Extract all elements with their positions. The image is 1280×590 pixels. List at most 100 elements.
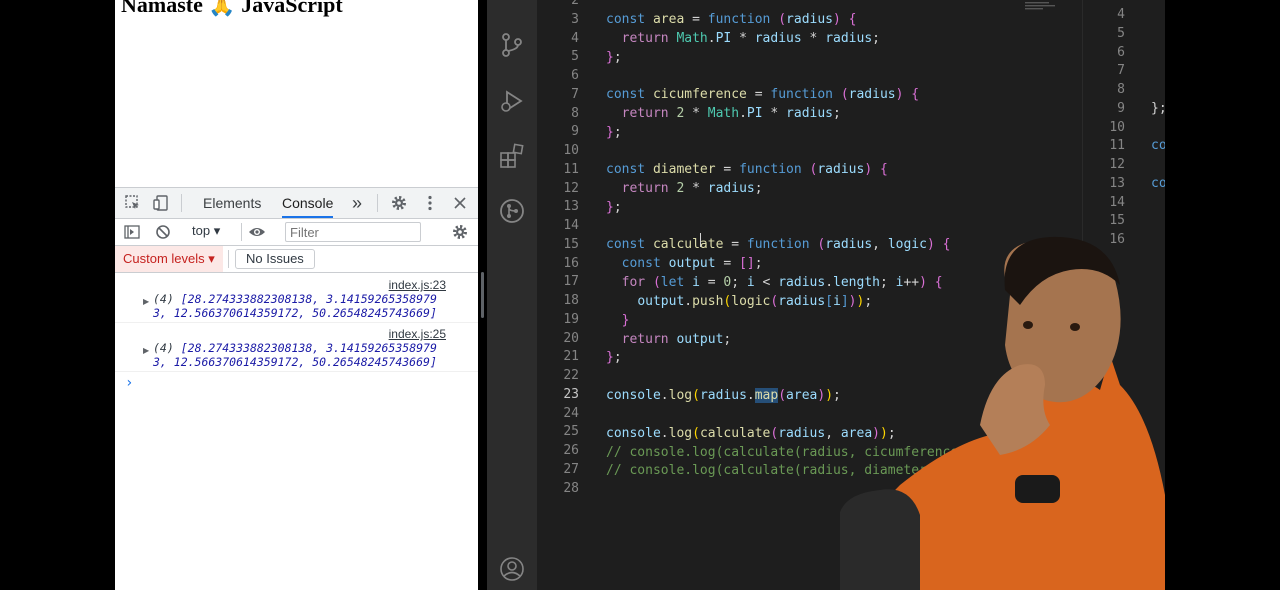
expand-triangle-icon[interactable]: ▶ xyxy=(143,346,149,355)
panel-resize-handle[interactable] xyxy=(481,272,484,318)
console-settings-gear-icon[interactable] xyxy=(450,222,470,242)
code-line[interactable]: const o xyxy=(1151,7,1165,22)
code-line[interactable]: }; xyxy=(606,50,622,65)
code-line[interactable]: }; xyxy=(1151,101,1165,116)
more-tabs-button[interactable]: » xyxy=(352,188,362,218)
console-log-entry[interactable]: index.js:23 ▶ (4) [28.274333882308138, 3… xyxy=(115,278,478,323)
console-log-entry[interactable]: index.js:25 ▶ (4) [28.274333882308138, 3… xyxy=(115,327,478,372)
line-number: 5 xyxy=(1117,25,1125,41)
devtools-panel: Elements Console » top ▾ Filter Custom l… xyxy=(115,187,478,590)
code-line[interactable]: return 2 * radius; xyxy=(606,181,763,196)
line-number: 10 xyxy=(1109,119,1125,135)
log-array-line-2: 3, 12.566370614359172, 50.26548245743669… xyxy=(153,306,437,320)
line-number: 9 xyxy=(1117,100,1125,116)
git-graph-icon[interactable] xyxy=(499,198,525,224)
source-control-icon[interactable] xyxy=(499,32,525,58)
line-number: 7 xyxy=(571,86,579,102)
browser-window: Namaste 🙏 JavaScript Elements Console » xyxy=(115,0,478,590)
line-number: 4 xyxy=(571,30,579,46)
code-line[interactable]: const cicumference = function (radius) { xyxy=(606,87,919,102)
code-line[interactable]: return xyxy=(1151,82,1165,97)
line-number: 18 xyxy=(563,293,579,308)
line-number: 10 xyxy=(563,143,579,158)
code-line[interactable]: outpu xyxy=(1151,45,1165,60)
line-number: 12 xyxy=(563,180,579,196)
code-line[interactable]: output.push(logic(radius[i])); xyxy=(606,294,872,309)
log-array-line-1: [28.274333882308138, 3.14159265358979 xyxy=(180,292,437,306)
account-icon[interactable] xyxy=(499,556,525,582)
line-number: 25 xyxy=(563,424,579,440)
video-letterbox xyxy=(1165,0,1280,590)
line-number: 20 xyxy=(563,330,579,346)
line-number: 9 xyxy=(571,124,579,140)
clear-console-icon[interactable] xyxy=(153,222,173,242)
code-line[interactable]: return output; xyxy=(606,332,732,347)
chevron-down-icon: ▾ xyxy=(213,223,221,238)
log-source-link[interactable]: index.js:23 xyxy=(389,278,446,292)
code-line[interactable]: for (le xyxy=(1151,213,1165,228)
context-selector-label: top xyxy=(192,223,211,238)
page-title: Namaste 🙏 JavaScript xyxy=(121,0,343,17)
toolbar-divider xyxy=(228,250,229,268)
code-line[interactable]: }; xyxy=(606,125,622,140)
line-number: 21 xyxy=(563,349,579,365)
line-number: 3 xyxy=(571,11,579,27)
code-line[interactable]: } xyxy=(1151,63,1165,78)
console-prompt[interactable]: › xyxy=(125,375,133,391)
console-filter-input[interactable] xyxy=(285,222,421,242)
code-line[interactable]: } xyxy=(606,313,630,328)
expand-triangle-icon[interactable]: ▶ xyxy=(143,297,149,306)
code-line[interactable]: return 2 * Math.PI * radius; xyxy=(606,106,841,121)
settings-gear-icon[interactable] xyxy=(389,193,409,213)
tab-console[interactable]: Console xyxy=(282,188,334,218)
text-cursor xyxy=(700,233,701,247)
line-number: 8 xyxy=(571,105,579,121)
device-toolbar-icon[interactable] xyxy=(151,193,171,213)
line-number: 19 xyxy=(563,311,579,327)
code-line[interactable]: const output = []; xyxy=(606,256,763,271)
code-line[interactable]: for (le xyxy=(1151,26,1165,41)
code-line[interactable]: }; xyxy=(606,350,622,365)
code-line[interactable]: const o xyxy=(1151,195,1165,210)
live-expression-eye-icon[interactable] xyxy=(247,222,267,242)
log-value: (4) [28.274333882308138, 3.1415926535897… xyxy=(153,292,453,320)
code-line[interactable]: console.l xyxy=(1151,138,1165,153)
log-array-count: (4) xyxy=(153,292,174,306)
line-number: 15 xyxy=(1109,213,1125,229)
code-line[interactable]: const diameter = function (radius) { xyxy=(606,162,888,177)
line-number: 13 xyxy=(1109,175,1125,191)
log-array-count: (4) xyxy=(153,341,174,355)
line-number: 22 xyxy=(563,368,579,383)
run-debug-icon[interactable] xyxy=(499,88,525,114)
line-number: 17 xyxy=(563,274,579,290)
code-line[interactable]: const cal xyxy=(1151,176,1165,191)
line-number: 15 xyxy=(563,236,579,252)
line-number: 12 xyxy=(1109,157,1125,172)
issues-button[interactable]: No Issues xyxy=(235,249,315,269)
code-line[interactable]: return Math.PI * radius * radius; xyxy=(606,31,880,46)
console-filter-bar: top ▾ xyxy=(115,219,478,246)
context-selector[interactable]: top ▾ xyxy=(192,223,220,239)
tab-elements[interactable]: Elements xyxy=(203,188,261,218)
line-number: 4 xyxy=(1117,7,1125,22)
line-number: 13 xyxy=(563,199,579,215)
devtools-tab-bar: Elements Console » xyxy=(115,188,478,219)
minimap[interactable] xyxy=(1025,0,1065,14)
line-number: 6 xyxy=(1117,44,1125,60)
extensions-icon[interactable] xyxy=(499,143,525,169)
log-source-link[interactable]: index.js:25 xyxy=(389,327,446,341)
inspect-element-icon[interactable] xyxy=(123,193,143,213)
toolbar-divider xyxy=(241,223,242,241)
code-line[interactable]: }; xyxy=(606,200,622,215)
log-levels-dropdown[interactable]: Custom levels ▾ xyxy=(115,246,223,272)
console-levels-bar: Custom levels ▾ No Issues xyxy=(115,246,478,273)
close-devtools-icon[interactable] xyxy=(450,193,470,213)
code-line-active[interactable]: console.log(radius.map(area)); xyxy=(606,388,841,403)
presenter-webcam-overlay xyxy=(840,236,1165,590)
line-number: 5 xyxy=(571,49,579,65)
line-number: 28 xyxy=(563,480,579,496)
show-sidebar-icon[interactable] xyxy=(122,222,142,242)
more-options-icon[interactable] xyxy=(420,193,440,213)
line-number: 27 xyxy=(563,461,579,477)
code-line[interactable]: const area = function (radius) { xyxy=(606,12,857,27)
